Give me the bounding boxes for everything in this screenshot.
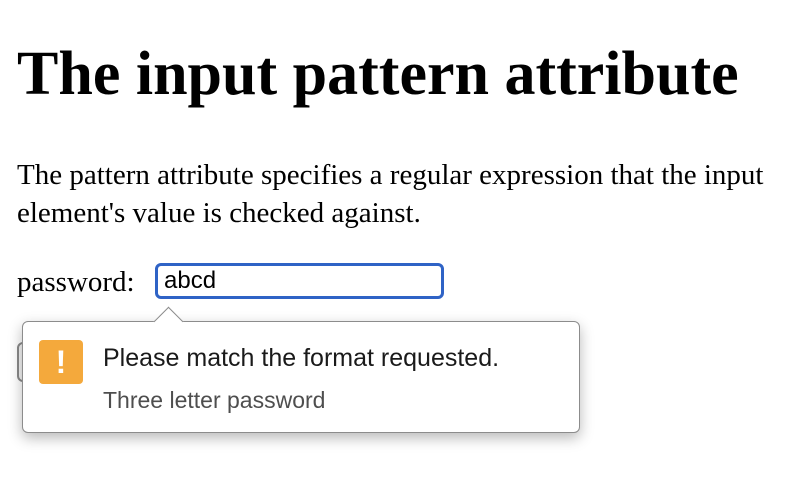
validation-hint: Three letter password — [103, 387, 326, 413]
page-description: The pattern attribute specifies a regula… — [17, 159, 764, 229]
page-title: The input pattern attribute — [17, 40, 739, 108]
validation-message: Please match the format requested. — [103, 344, 500, 372]
validation-tooltip: ! Please match the format requested. Thr… — [22, 306, 580, 433]
tooltip-arrow — [153, 306, 184, 337]
password-input[interactable] — [155, 263, 444, 299]
password-label: password: — [17, 266, 135, 298]
warning-icon: ! — [39, 340, 83, 384]
